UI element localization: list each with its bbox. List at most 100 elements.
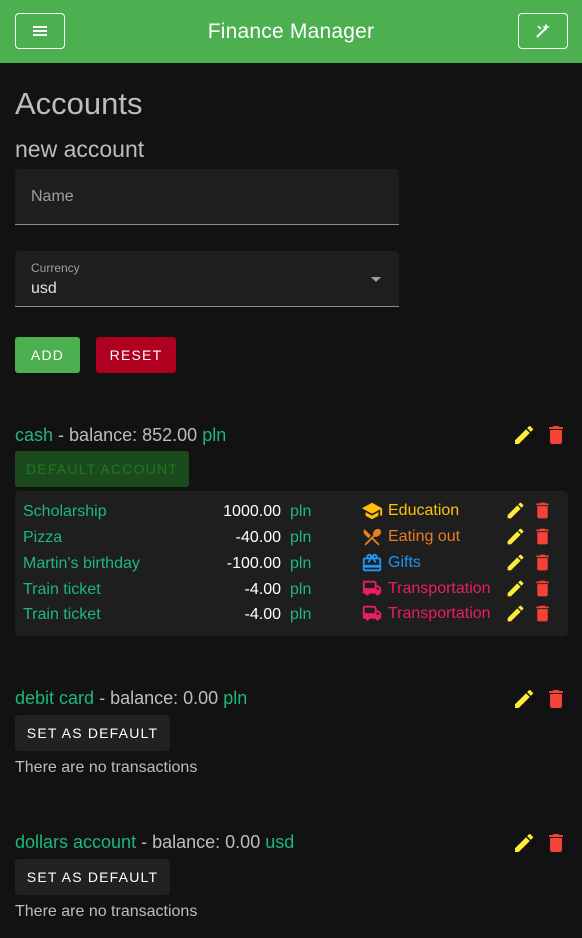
trash-icon	[536, 605, 549, 622]
transaction-amount: -4.00	[244, 606, 281, 623]
new-account-heading: new account	[15, 136, 145, 162]
transaction-currency: pln	[290, 503, 312, 520]
balance-currency: usd	[265, 832, 295, 852]
name-placeholder: Name	[31, 188, 74, 205]
transaction-currency: pln	[290, 581, 312, 598]
transaction-category: Transportation	[361, 603, 491, 625]
pencil-icon	[507, 502, 524, 519]
chevron-down-icon	[371, 277, 381, 282]
set-as-default-button[interactable]: SET AS DEFAULT	[15, 715, 170, 751]
delete-transaction-button[interactable]	[532, 603, 553, 624]
pencil-icon	[507, 580, 524, 597]
account-name: dollars account	[15, 832, 137, 852]
transaction-category: Eating out	[361, 526, 460, 548]
table-row[interactable]: Train ticket -4.00 pln Transportation	[15, 577, 568, 603]
transaction-category: Education	[361, 500, 459, 522]
graduation-cap-icon	[361, 502, 383, 520]
edit-transaction-button[interactable]	[505, 578, 526, 599]
account-name: cash	[15, 425, 54, 445]
delete-transaction-button[interactable]	[532, 500, 553, 521]
category-label: Transportation	[388, 605, 491, 622]
account-actions	[512, 423, 568, 447]
account-name: debit card	[15, 688, 95, 708]
transaction-name: Martin's birthday	[23, 555, 140, 572]
transaction-currency: pln	[290, 606, 312, 623]
theme-toggle-button[interactable]	[518, 13, 568, 49]
no-transactions-text: There are no transactions	[15, 759, 198, 776]
category-label: Eating out	[388, 528, 461, 545]
category-label: Gifts	[388, 554, 421, 571]
delete-transaction-button[interactable]	[532, 578, 553, 599]
edit-transaction-button[interactable]	[505, 552, 526, 573]
delete-transaction-button[interactable]	[532, 526, 553, 547]
trash-icon	[549, 834, 563, 852]
account-title-dollars-account: dollars account - balance: 0.00 usd	[15, 832, 294, 853]
trash-icon	[536, 554, 549, 571]
pencil-icon	[515, 425, 534, 444]
delete-account-button[interactable]	[544, 831, 568, 855]
app-title: Finance Manager	[207, 19, 375, 43]
balance-value: 852.00	[142, 425, 198, 445]
edit-transaction-button[interactable]	[505, 500, 526, 521]
transaction-name: Train ticket	[23, 606, 101, 623]
hamburger-menu-icon	[33, 25, 47, 37]
delete-account-button[interactable]	[544, 687, 568, 711]
add-button[interactable]: ADD	[15, 337, 80, 373]
pencil-icon	[507, 528, 524, 545]
edit-transaction-button[interactable]	[505, 526, 526, 547]
trash-icon	[536, 502, 549, 519]
no-transactions-text: There are no transactions	[15, 903, 198, 920]
balance-value: 0.00	[225, 832, 261, 852]
name-field[interactable]: Name	[15, 169, 399, 225]
transaction-amount: -40.00	[235, 529, 281, 546]
cutlery-icon	[363, 528, 382, 546]
trash-icon	[549, 690, 563, 708]
transaction-category: Transportation	[361, 578, 491, 600]
transaction-name: Scholarship	[23, 503, 107, 520]
transaction-actions	[505, 526, 553, 547]
currency-select[interactable]: Currency usd	[15, 251, 399, 307]
edit-account-button[interactable]	[512, 831, 536, 855]
pencil-icon	[507, 554, 524, 571]
category-label: Education	[388, 502, 460, 519]
category-label: Transportation	[388, 580, 491, 597]
table-row[interactable]: Martin's birthday -100.00 pln Gifts	[15, 551, 568, 577]
balance-label: - balance:	[58, 425, 138, 445]
transaction-amount: 1000.00	[223, 503, 281, 520]
table-row[interactable]: Train ticket -4.00 pln Transportation	[15, 602, 568, 628]
transaction-actions	[505, 552, 553, 573]
pencil-icon	[515, 833, 534, 852]
magic-wand-icon	[534, 22, 552, 40]
delete-transaction-button[interactable]	[532, 552, 553, 573]
trash-icon	[536, 528, 549, 545]
transaction-amount: -4.00	[244, 581, 281, 598]
transaction-currency: pln	[290, 529, 312, 546]
table-row[interactable]: Scholarship 1000.00 pln Education	[15, 499, 568, 525]
gift-icon	[362, 553, 382, 572]
edit-account-button[interactable]	[512, 423, 536, 447]
table-row[interactable]: Pizza -40.00 pln Eating out	[15, 525, 568, 551]
transaction-amount: -100.00	[226, 555, 281, 572]
bus-icon	[362, 580, 382, 596]
set-as-default-button[interactable]: SET AS DEFAULT	[15, 859, 170, 895]
transaction-currency: pln	[290, 555, 312, 572]
menu-button[interactable]	[15, 13, 65, 49]
edit-transaction-button[interactable]	[505, 603, 526, 624]
account-title-debit-card: debit card - balance: 0.00 pln	[15, 688, 247, 709]
transaction-category: Gifts	[361, 552, 421, 574]
page-title: Accounts	[15, 86, 143, 121]
transaction-name: Train ticket	[23, 581, 101, 598]
transaction-actions	[505, 603, 553, 624]
currency-value: usd	[31, 280, 57, 297]
delete-account-button[interactable]	[544, 423, 568, 447]
account-title-cash: cash - balance: 852.00 pln	[15, 425, 226, 446]
trash-icon	[549, 426, 563, 444]
transaction-actions	[505, 500, 553, 521]
pencil-icon	[507, 605, 524, 622]
account-actions	[512, 687, 568, 711]
reset-button[interactable]: RESET	[96, 337, 176, 373]
app-bar: Finance Manager	[0, 0, 582, 63]
edit-account-button[interactable]	[512, 687, 536, 711]
balance-label: - balance:	[99, 688, 179, 708]
pencil-icon	[515, 689, 534, 708]
